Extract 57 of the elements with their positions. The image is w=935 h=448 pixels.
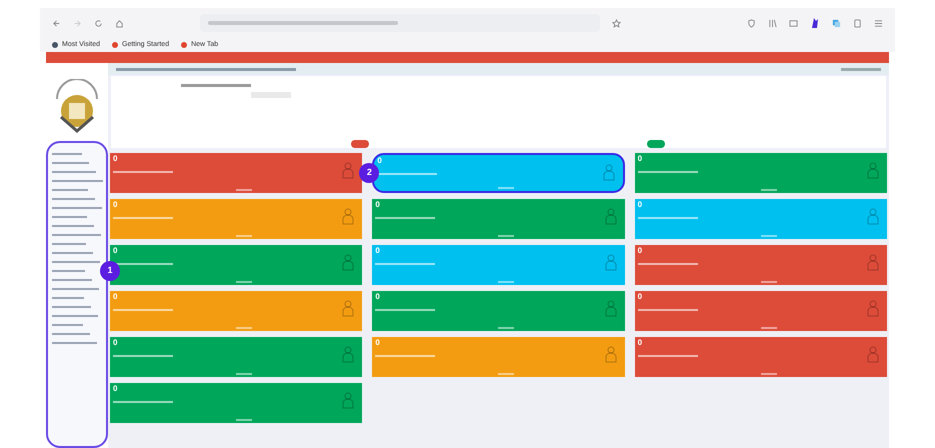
card-count: 0 [375, 247, 380, 255]
user-icon [342, 391, 354, 409]
card-count: 0 [638, 247, 642, 255]
library-icon[interactable] [768, 18, 777, 28]
stat-card[interactable]: 0 [110, 153, 362, 193]
stat-card[interactable]: 0 [634, 245, 887, 285]
stat-card[interactable]: 0 [372, 337, 625, 377]
user-icon [342, 345, 354, 363]
card-count: 0 [113, 155, 118, 163]
stat-card[interactable]: 0 [372, 199, 625, 239]
card-count: 0 [375, 201, 380, 209]
card-count: 0 [375, 293, 380, 301]
card-count: 0 [638, 155, 642, 163]
card-count: 0 [113, 293, 118, 301]
back-icon[interactable] [52, 18, 61, 28]
stat-card[interactable]: 0 [634, 153, 887, 193]
user-icon [604, 207, 617, 225]
stat-card[interactable]: 0 [634, 291, 887, 331]
card-count: 0 [638, 293, 642, 301]
user-icon [866, 253, 879, 271]
stat-card[interactable]: 0 [110, 199, 362, 239]
card-count: 0 [377, 157, 382, 165]
user-icon [866, 207, 879, 225]
stat-card[interactable]: 0 [634, 337, 887, 377]
user-icon [866, 161, 879, 179]
stat-card[interactable]: 0 [634, 199, 887, 239]
filter-button[interactable] [351, 140, 369, 148]
user-icon [342, 207, 354, 225]
user-icon [604, 345, 617, 363]
user-icon [342, 299, 354, 317]
stat-card[interactable]: 0 [372, 291, 625, 331]
user-icon [342, 253, 354, 271]
card-count: 0 [638, 339, 642, 347]
extension-icon[interactable] [810, 17, 820, 29]
card-count: 0 [113, 247, 118, 255]
stat-card[interactable]: 0 [110, 291, 362, 331]
stat-card[interactable]: 0 [110, 383, 362, 423]
filter-button[interactable] [647, 140, 665, 148]
star-icon[interactable] [612, 18, 621, 28]
card-count: 0 [113, 201, 118, 209]
stat-card[interactable]: 0 [110, 337, 362, 377]
menu-icon[interactable] [874, 18, 883, 28]
card-count: 0 [113, 339, 118, 347]
user-icon [866, 345, 879, 363]
user-icon [602, 163, 615, 181]
reload-icon[interactable] [94, 18, 103, 28]
user-icon [604, 253, 617, 271]
shield-icon[interactable] [747, 18, 756, 28]
home-icon[interactable] [115, 18, 124, 28]
card-count: 0 [113, 385, 118, 393]
user-icon [866, 299, 879, 317]
stat-card[interactable]: 0 [372, 245, 625, 285]
card-count: 0 [638, 201, 642, 209]
user-icon [604, 299, 617, 317]
card-count: 0 [375, 339, 380, 347]
stat-card[interactable]: 0 [372, 153, 625, 193]
user-icon [342, 161, 354, 179]
